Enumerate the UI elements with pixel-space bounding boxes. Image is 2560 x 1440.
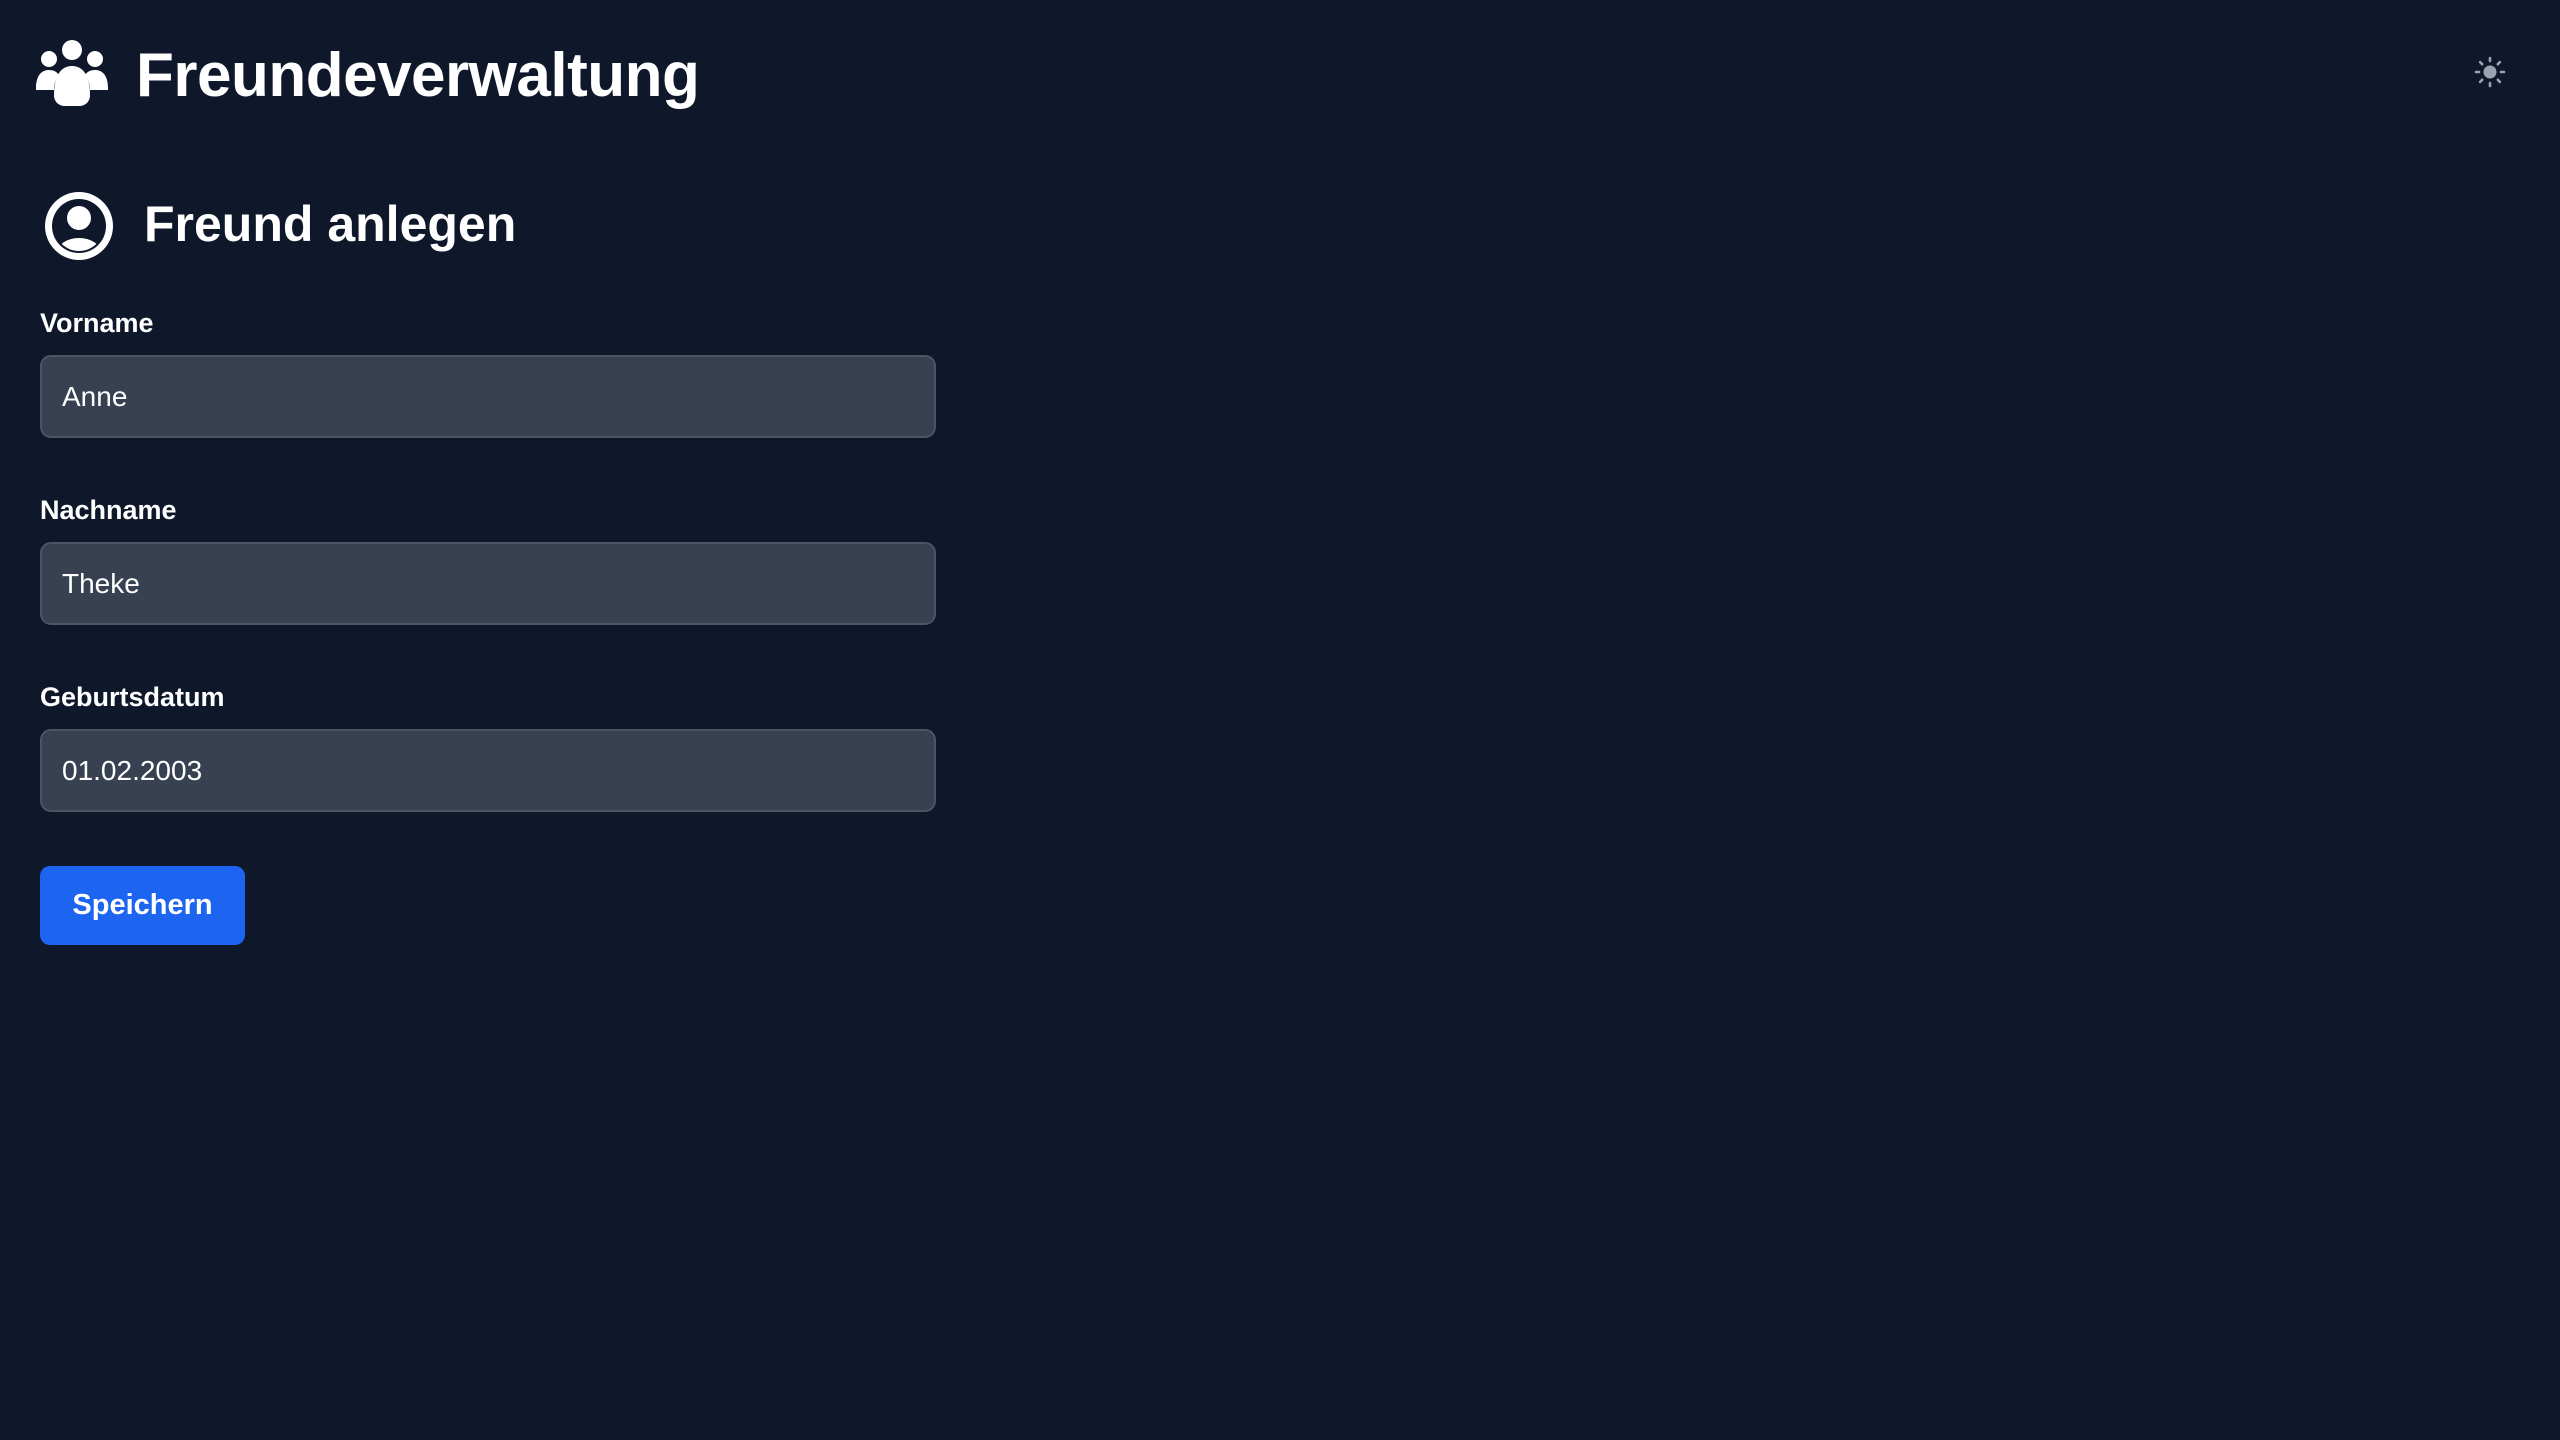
- form-title: Freund anlegen: [144, 196, 517, 252]
- app-title: Freundeverwaltung: [136, 41, 700, 110]
- app-header: Freundeverwaltung: [0, 0, 2560, 150]
- user-circle-icon: [44, 191, 114, 261]
- save-button[interactable]: Speichern: [40, 866, 245, 945]
- lastname-label: Nachname: [40, 495, 177, 525]
- birthdate-label: Geburtsdatum: [40, 682, 225, 712]
- sun-icon: [2474, 56, 2506, 88]
- users-group-icon: [36, 40, 108, 106]
- birthdate-input[interactable]: [40, 729, 936, 812]
- theme-toggle-button[interactable]: [2468, 50, 2512, 94]
- firstname-field: Vorname: [40, 306, 936, 438]
- lastname-field: Nachname: [40, 493, 936, 625]
- firstname-input[interactable]: [40, 355, 936, 438]
- lastname-input[interactable]: [40, 542, 936, 625]
- firstname-label: Vorname: [40, 308, 154, 338]
- birthdate-field: Geburtsdatum: [40, 680, 936, 812]
